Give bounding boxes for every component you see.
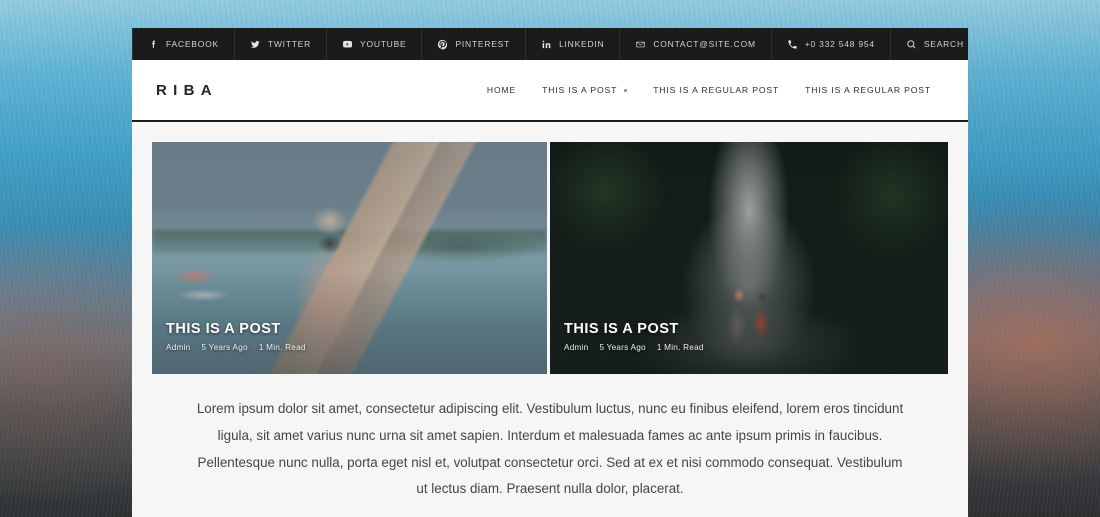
search-icon <box>906 39 917 50</box>
post-title: THIS IS A POST <box>564 321 679 337</box>
nav-item-home[interactable]: HOME <box>474 85 529 95</box>
article-section: Lorem ipsum dolor sit amet, consectetur … <box>152 374 948 503</box>
email-label: CONTACT@SITE.COM <box>653 39 756 49</box>
post-meta: Admin 5 Years Ago 1 Min. Read <box>166 343 306 352</box>
main-content: THIS IS A POST Admin 5 Years Ago 1 Min. … <box>132 122 968 517</box>
social-link-facebook[interactable]: FACEBOOK <box>132 28 234 60</box>
nav-item-label: HOME <box>486 85 517 95</box>
featured-post-card-2[interactable]: THIS IS A POST Admin 5 Years Ago 1 Min. … <box>550 142 948 374</box>
social-link-label: LINKEDIN <box>559 39 605 49</box>
envelope-icon <box>635 39 646 50</box>
social-link-pinterest[interactable]: PINTEREST <box>421 28 525 60</box>
youtube-icon <box>342 39 353 50</box>
nav-item-label: THIS IS A REGULAR POST <box>805 85 931 95</box>
phone-link[interactable]: +0 332 548 954 <box>770 28 890 60</box>
search-button[interactable]: SEARCH <box>889 28 979 60</box>
nav-item-regular-post-1[interactable]: THIS IS A REGULAR POST <box>640 85 792 95</box>
post-title: THIS IS A POST <box>166 321 281 337</box>
contact-info-group: CONTACT@SITE.COM +0 332 548 954 SEARCH <box>619 28 978 60</box>
post-author: Admin <box>166 343 191 352</box>
social-link-youtube[interactable]: YOUTUBE <box>326 28 421 60</box>
social-link-label: FACEBOOK <box>166 39 219 49</box>
chevron-down-icon <box>624 88 628 92</box>
featured-post-card-1[interactable]: THIS IS A POST Admin 5 Years Ago 1 Min. … <box>152 142 547 374</box>
post-read-time: 1 Min. Read <box>656 343 704 352</box>
post-read-time: 1 Min. Read <box>258 343 306 352</box>
social-link-label: PINTEREST <box>455 39 511 49</box>
linkedin-icon <box>541 39 552 50</box>
social-link-twitter[interactable]: TWITTER <box>233 28 326 60</box>
post-date: 5 Years Ago <box>599 343 646 352</box>
post-author: Admin <box>564 343 589 352</box>
post-meta: Admin 5 Years Ago 1 Min. Read <box>564 343 704 352</box>
nav-item-label: THIS IS A POST <box>542 85 618 95</box>
site-wrapper: FACEBOOK TWITTER YOUTUBE PINTEREST LINKE… <box>132 28 968 517</box>
nav-item-label: THIS IS A REGULAR POST <box>653 85 780 95</box>
site-header: RIBA HOME THIS IS A POST THIS IS A REGUL… <box>132 60 968 122</box>
post-caption: THIS IS A POST Admin 5 Years Ago 1 Min. … <box>166 321 306 352</box>
site-logo[interactable]: RIBA <box>156 82 218 99</box>
social-link-label: YOUTUBE <box>360 39 407 49</box>
nav-item-regular-post-2[interactable]: THIS IS A REGULAR POST <box>792 85 944 95</box>
post-date: 5 Years Ago <box>201 343 248 352</box>
social-links-group: FACEBOOK TWITTER YOUTUBE PINTEREST LINKE… <box>132 28 619 60</box>
main-navigation: HOME THIS IS A POST THIS IS A REGULAR PO… <box>474 85 944 95</box>
phone-icon <box>787 39 798 50</box>
phone-label: +0 332 548 954 <box>804 39 875 49</box>
post-caption: THIS IS A POST Admin 5 Years Ago 1 Min. … <box>564 321 704 352</box>
featured-posts-grid: THIS IS A POST Admin 5 Years Ago 1 Min. … <box>152 142 948 374</box>
pinterest-icon <box>437 39 448 50</box>
social-link-label: TWITTER <box>267 39 312 49</box>
nav-item-this-is-a-post[interactable]: THIS IS A POST <box>529 85 640 95</box>
facebook-icon <box>148 39 159 50</box>
top-utility-bar: FACEBOOK TWITTER YOUTUBE PINTEREST LINKE… <box>132 28 968 60</box>
social-link-linkedin[interactable]: LINKEDIN <box>525 28 619 60</box>
search-label: SEARCH <box>923 39 964 49</box>
email-link[interactable]: CONTACT@SITE.COM <box>619 28 770 60</box>
article-body: Lorem ipsum dolor sit amet, consectetur … <box>196 401 904 497</box>
twitter-icon <box>250 39 261 50</box>
